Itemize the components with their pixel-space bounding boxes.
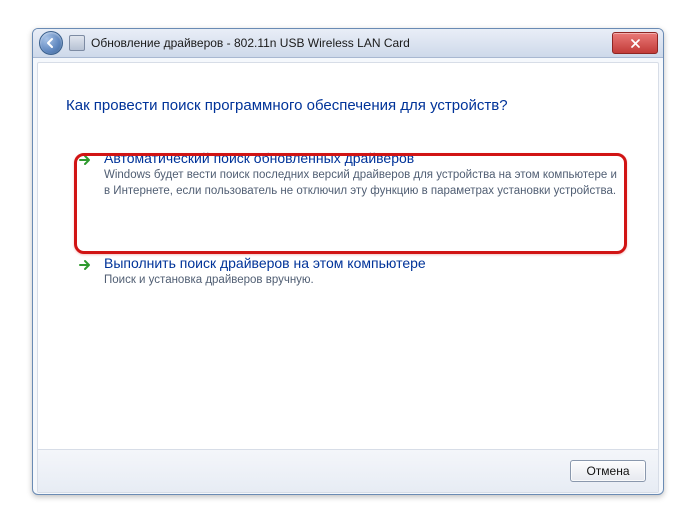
arrow-icon [76,255,94,289]
update-driver-window: Обновление драйверов - 802.11n USB Wirel… [32,28,664,495]
footer: Отмена [38,449,658,492]
option-auto-search[interactable]: Автоматический поиск обновленных драйвер… [66,140,630,211]
page-heading: Как провести поиск программного обеспече… [66,97,630,114]
window-icon [69,35,85,51]
option-texts: Автоматический поиск обновленных драйвер… [104,150,620,199]
back-arrow-icon [45,37,57,49]
close-button[interactable] [612,32,658,54]
arrow-icon [76,150,94,199]
option-texts: Выполнить поиск драйверов на этом компью… [104,255,620,289]
option-browse-desc: Поиск и установка драйверов вручную. [104,273,620,289]
option-browse-title: Выполнить поиск драйверов на этом компью… [104,255,620,271]
client-area: Как провести поиск программного обеспече… [37,62,659,493]
option-browse-computer[interactable]: Выполнить поиск драйверов на этом компью… [66,245,630,301]
titlebar: Обновление драйверов - 802.11n USB Wirel… [33,29,663,58]
cancel-button[interactable]: Отмена [570,460,646,482]
close-icon [630,38,641,49]
back-button[interactable] [39,31,63,55]
content-area: Как провести поиск программного обеспече… [38,63,658,449]
option-auto-desc: Windows будет вести поиск последних верс… [104,168,620,199]
window-title: Обновление драйверов - 802.11n USB Wirel… [91,36,410,50]
option-auto-title: Автоматический поиск обновленных драйвер… [104,150,620,166]
